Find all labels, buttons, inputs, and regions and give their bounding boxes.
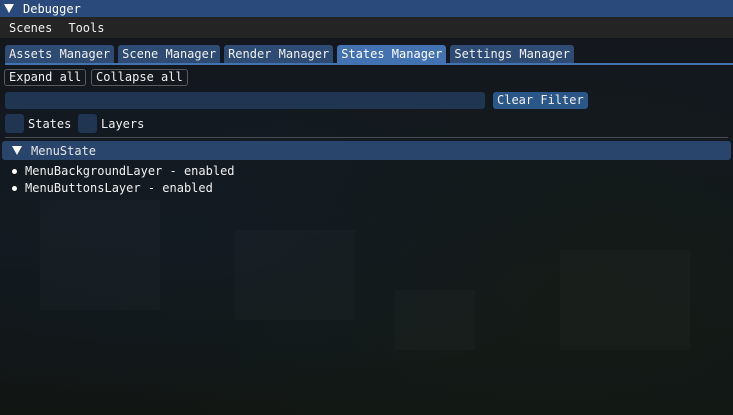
tab-bar: Assets Manager Scene Manager Render Mana… <box>5 45 578 63</box>
tab-render-manager[interactable]: Render Manager <box>224 45 334 63</box>
background-shape <box>560 250 690 350</box>
tab-underline <box>5 63 733 65</box>
tree-node-menustate[interactable]: MenuState <box>2 141 731 160</box>
collapse-triangle-icon[interactable] <box>4 4 14 13</box>
window-titlebar[interactable]: Debugger <box>0 0 733 17</box>
debugger-window: Debugger Scenes Tools Assets Manager Sce… <box>0 0 733 415</box>
background-shape <box>235 230 355 320</box>
separator <box>5 137 728 138</box>
bullet-icon <box>12 185 17 191</box>
tab-assets-manager[interactable]: Assets Manager <box>5 45 115 63</box>
tree-node-label: MenuState <box>31 143 97 158</box>
bullet-icon <box>12 168 17 174</box>
layers-checkbox-label: Layers <box>101 117 145 131</box>
menu-scenes[interactable]: Scenes <box>0 21 60 35</box>
states-checkbox-label: States <box>28 117 72 131</box>
layers-checkbox[interactable] <box>78 114 97 133</box>
filter-input[interactable] <box>5 92 485 109</box>
background-shape <box>40 200 160 310</box>
list-item: MenuBackgroundLayer - enabled <box>12 163 235 179</box>
list-item-label: MenuButtonsLayer - enabled <box>25 181 213 195</box>
expand-triangle-icon[interactable] <box>12 146 22 155</box>
window-title: Debugger <box>23 1 81 16</box>
tab-states-manager[interactable]: States Manager <box>337 45 447 63</box>
menu-bar: Scenes Tools <box>0 17 733 38</box>
states-checkbox[interactable] <box>5 114 24 133</box>
list-item-label: MenuBackgroundLayer - enabled <box>25 164 235 178</box>
background-shape <box>395 290 475 350</box>
clear-filter-button[interactable]: Clear Filter <box>493 92 588 109</box>
expand-all-button[interactable]: Expand all <box>4 69 87 86</box>
tab-settings-manager[interactable]: Settings Manager <box>450 45 574 63</box>
list-item: MenuButtonsLayer - enabled <box>12 180 213 196</box>
collapse-all-button[interactable]: Collapse all <box>91 69 188 86</box>
menu-tools[interactable]: Tools <box>60 21 112 35</box>
tab-scene-manager[interactable]: Scene Manager <box>118 45 221 63</box>
